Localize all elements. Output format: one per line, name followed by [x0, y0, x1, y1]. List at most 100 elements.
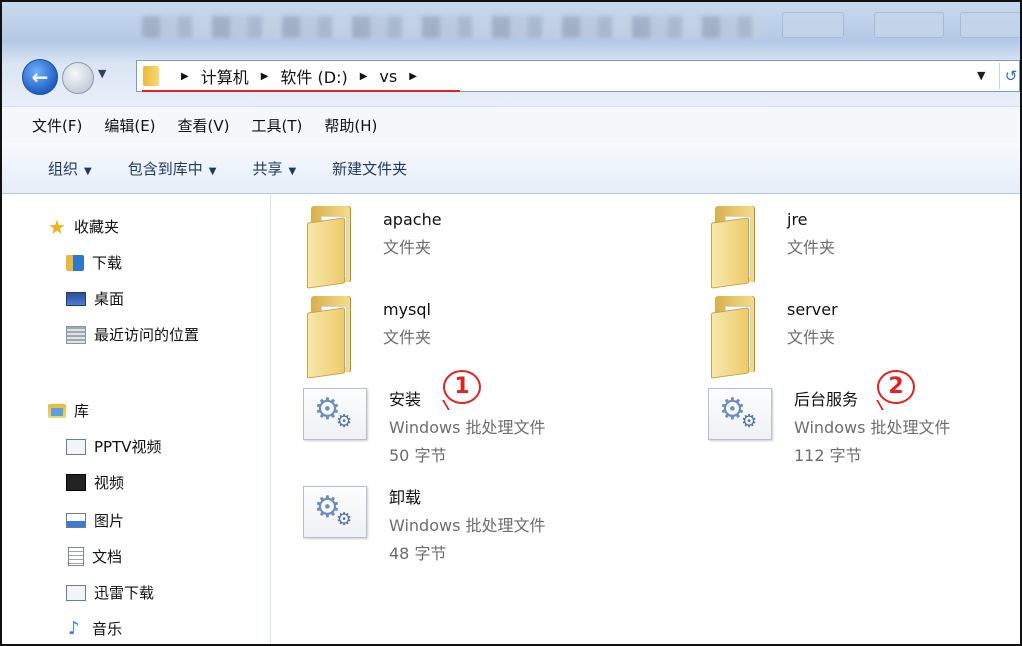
recent-pages-dropdown[interactable]: ▼: [98, 67, 106, 80]
explorer-window: ← ▼ ▶ 计算机 ▶ 软件 (D:) ▶ vs ▶ ▼ ↺ 文件(F) 编辑(…: [0, 0, 1022, 646]
file-name: 后台服务: [794, 390, 859, 409]
chevron-right-icon[interactable]: ▶: [261, 71, 269, 82]
folder-icon: [307, 206, 355, 289]
address-bar[interactable]: ▶ 计算机 ▶ 软件 (D:) ▶ vs ▶ ▼ ↺: [136, 60, 1020, 92]
title-bar: ← ▼ ▶ 计算机 ▶ 软件 (D:) ▶ vs ▶ ▼ ↺: [2, 2, 1020, 106]
sidebar-item-documents[interactable]: 文档: [68, 546, 122, 567]
forward-button[interactable]: [62, 62, 94, 94]
folder-icon: [711, 296, 759, 379]
folder-icon: [143, 66, 159, 86]
sidebar-item-downloads[interactable]: 下载: [66, 252, 122, 273]
file-type: Windows 批处理文件: [794, 418, 951, 437]
sidebar-item-libraries[interactable]: 库: [48, 400, 89, 421]
file-list: apache 文件夹 jre 文件夹 mysql 文件夹 server 文件夹 …: [271, 194, 1020, 644]
include-in-library-label: 包含到库中: [127, 159, 203, 178]
folder-icon: [711, 206, 759, 289]
file-type: 文件夹: [787, 238, 836, 257]
file-item-jre[interactable]: jre 文件夹: [711, 206, 836, 289]
file-name: 卸载: [389, 488, 422, 507]
desktop-icon: [66, 291, 86, 306]
chevron-right-icon[interactable]: ▶: [181, 71, 189, 82]
pictures-icon: [66, 513, 86, 528]
menu-edit[interactable]: 编辑(E): [104, 115, 155, 136]
callout-step-1: 1: [443, 370, 481, 404]
sidebar-item-pptv-video[interactable]: PPTV视频: [66, 436, 162, 457]
sidebar-item-label: 库: [74, 402, 90, 420]
include-in-library-button[interactable]: 包含到库中 ▼: [128, 158, 217, 179]
menu-tools[interactable]: 工具(T): [252, 115, 303, 136]
file-item-background-service-bat[interactable]: ⚙ ⚙ 后台服务 Windows 批处理文件 112 字节: [708, 386, 951, 470]
sidebar-item-xunlei-downloads[interactable]: 迅雷下载: [66, 582, 154, 603]
path-highlight-underline: [142, 90, 460, 92]
chevron-right-icon[interactable]: ▶: [409, 71, 417, 82]
share-label: 共享: [252, 159, 283, 178]
file-size: 50 字节: [389, 446, 447, 465]
navigation-pane: ★ 收藏夹 下载 桌面 最近访问的位置 库 PPTV视频 视频 图片 文档 迅雷…: [2, 194, 271, 644]
file-item-mysql[interactable]: mysql 文件夹: [307, 296, 431, 379]
sidebar-item-pictures[interactable]: 图片: [66, 510, 124, 531]
batch-file-icon: ⚙ ⚙: [303, 388, 367, 440]
caret-down-icon: ▼: [208, 165, 217, 177]
file-type: Windows 批处理文件: [389, 516, 546, 535]
sidebar-item-videos[interactable]: 视频: [66, 472, 124, 493]
file-name: jre: [787, 210, 808, 229]
menu-file[interactable]: 文件(F): [32, 115, 82, 136]
menu-view[interactable]: 查看(V): [178, 115, 230, 136]
file-item-server[interactable]: server 文件夹: [711, 296, 838, 379]
breadcrumb-computer[interactable]: 计算机: [201, 64, 249, 88]
sidebar-item-label: 图片: [94, 512, 125, 530]
menu-bar: 文件(F) 编辑(E) 查看(V) 工具(T) 帮助(H): [2, 106, 1020, 144]
share-button[interactable]: 共享 ▼: [252, 158, 296, 179]
command-bar: 组织 ▼ 包含到库中 ▼ 共享 ▼ 新建文件夹: [2, 143, 1020, 194]
batch-file-icon: ⚙ ⚙: [708, 388, 772, 440]
sidebar-item-recent-places[interactable]: 最近访问的位置: [66, 324, 199, 345]
sidebar-item-label: 下载: [92, 254, 123, 272]
chevron-right-icon[interactable]: ▶: [360, 71, 368, 82]
sidebar-item-label: 迅雷下载: [94, 584, 155, 602]
file-type: 文件夹: [787, 328, 836, 347]
callout-step-2: 2: [877, 370, 915, 404]
file-name: apache: [383, 210, 442, 229]
file-size: 112 字节: [794, 446, 862, 465]
sidebar-item-desktop[interactable]: 桌面: [66, 288, 124, 309]
sidebar-item-music[interactable]: ♪ 音乐: [68, 618, 122, 639]
library-folder-icon: [66, 438, 86, 455]
blurred-button: [874, 12, 944, 38]
downloads-icon: [66, 254, 84, 271]
sidebar-item-favorites[interactable]: ★ 收藏夹: [48, 216, 119, 237]
organize-button[interactable]: 组织 ▼: [48, 158, 92, 179]
batch-file-icon: ⚙ ⚙: [303, 486, 367, 538]
star-icon: ★: [48, 214, 66, 239]
sidebar-item-label: PPTV视频: [94, 438, 162, 456]
file-size: 48 字节: [389, 544, 447, 563]
documents-icon: [68, 547, 84, 566]
breadcrumb-drive[interactable]: 软件 (D:): [280, 64, 347, 88]
file-type: 文件夹: [383, 238, 432, 257]
menu-help[interactable]: 帮助(H): [324, 115, 377, 136]
file-item-uninstall-bat[interactable]: ⚙ ⚙ 卸载 Windows 批处理文件 48 字节: [303, 484, 546, 568]
library-icon: [48, 403, 66, 418]
breadcrumb-vs[interactable]: vs: [379, 67, 397, 86]
library-folder-icon: [66, 584, 86, 601]
sidebar-item-label: 文档: [92, 548, 123, 566]
blurred-button: [960, 12, 1020, 38]
file-item-install-bat[interactable]: ⚙ ⚙ 安装 Windows 批处理文件 50 字节: [303, 386, 546, 470]
arrow-left-icon: ←: [31, 65, 49, 89]
file-name: server: [787, 300, 838, 319]
recent-places-icon: [66, 325, 86, 344]
address-history-dropdown[interactable]: ▼: [977, 69, 985, 82]
file-name: mysql: [383, 300, 431, 319]
folder-icon: [307, 296, 355, 379]
sidebar-item-label: 收藏夹: [74, 218, 120, 236]
back-button[interactable]: ←: [22, 59, 58, 95]
music-note-icon: ♪: [68, 617, 80, 639]
file-type: Windows 批处理文件: [389, 418, 546, 437]
organize-label: 组织: [48, 159, 79, 178]
file-item-apache[interactable]: apache 文件夹: [307, 206, 442, 289]
sidebar-item-label: 音乐: [92, 620, 123, 638]
caret-down-icon: ▼: [84, 165, 92, 177]
refresh-icon[interactable]: ↺: [999, 63, 1020, 89]
sidebar-item-label: 桌面: [94, 290, 125, 308]
new-folder-button[interactable]: 新建文件夹: [332, 158, 407, 179]
blurred-button: [782, 12, 844, 38]
